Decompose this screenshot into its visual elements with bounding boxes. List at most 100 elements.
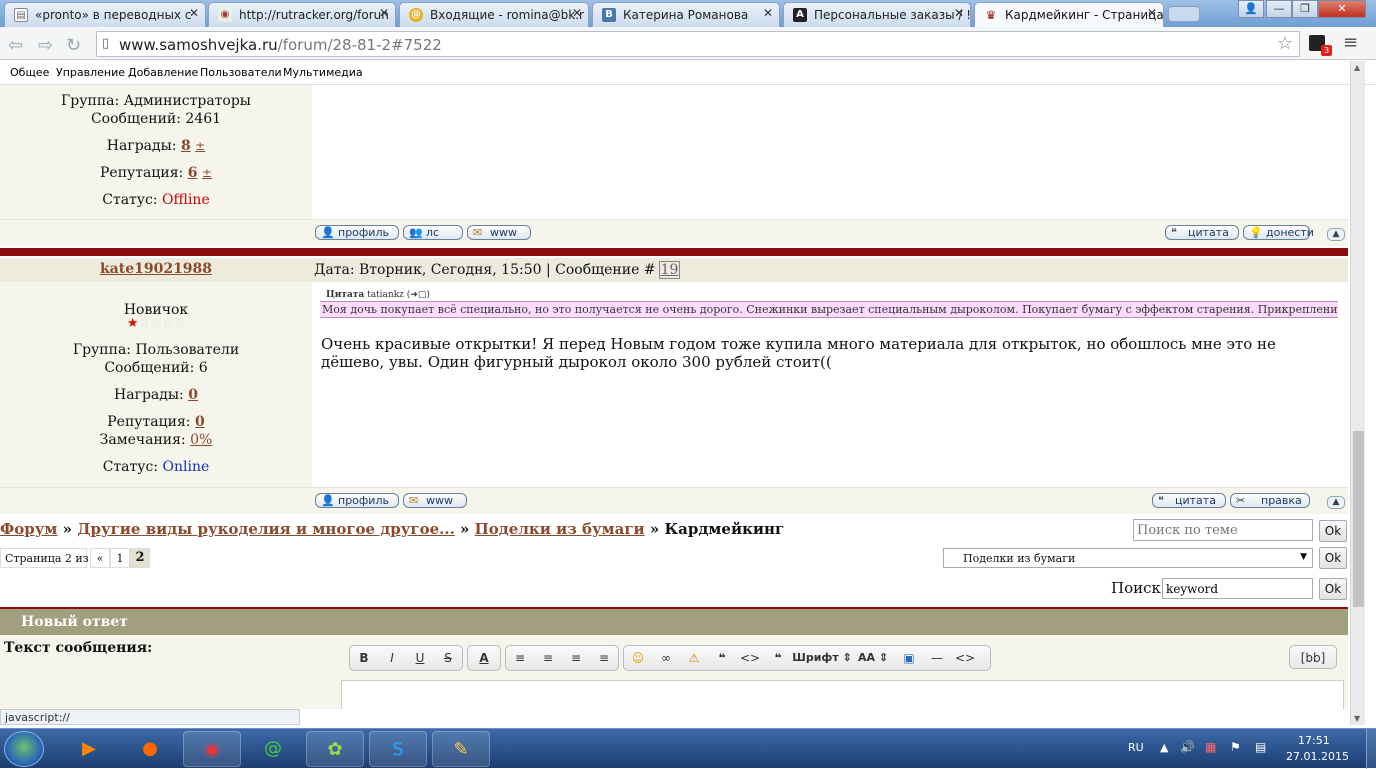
quote-icon[interactable]: ❝ xyxy=(711,649,733,667)
language-indicator[interactable]: RU xyxy=(1128,741,1144,754)
reputation-plus-link[interactable]: ± xyxy=(202,166,212,180)
tab-4[interactable]: A Персональные заказы / ! ✕ xyxy=(783,2,971,27)
underline-button[interactable]: U xyxy=(409,649,431,667)
pm-button[interactable]: 👥 лс xyxy=(403,225,463,240)
breadcrumb-category-link[interactable]: Другие виды рукоделия и многое другое... xyxy=(77,520,455,538)
awards-link[interactable]: 8 xyxy=(181,138,191,154)
align-right-icon[interactable]: ≡ xyxy=(593,649,615,667)
scroll-up-arrow-icon[interactable]: ▲ xyxy=(1354,63,1360,72)
forum-jump-ok-button[interactable]: Ok xyxy=(1319,547,1347,569)
flag-icon[interactable]: ⚑ xyxy=(1230,740,1241,754)
menu-icon[interactable]: ≡ xyxy=(1343,32,1358,53)
quote2-icon[interactable]: ❝ xyxy=(767,649,789,667)
font-select[interactable]: Шрифт ⇕ xyxy=(792,649,852,667)
new-tab-button[interactable] xyxy=(1168,6,1200,22)
scroll-up-icon[interactable]: ▲ xyxy=(1327,496,1345,509)
close-icon[interactable]: ✕ xyxy=(572,6,582,20)
close-icon[interactable]: ✕ xyxy=(1147,6,1157,20)
page-1-link[interactable]: 1 xyxy=(110,548,130,568)
chrome-icon[interactable]: ◉ xyxy=(183,731,241,767)
tab-5-active[interactable]: ♛ Кардмейкинг - Страница ✕ xyxy=(974,2,1164,27)
topic-search-ok-button[interactable]: Ok xyxy=(1319,520,1347,542)
bb-button[interactable]: [bb] xyxy=(1289,645,1337,669)
prev-page-link[interactable]: « xyxy=(90,548,110,568)
size-select[interactable]: AA ⇕ xyxy=(854,649,892,667)
scrollbar-thumb[interactable] xyxy=(1353,431,1364,607)
message-textarea[interactable] xyxy=(341,680,1344,709)
forum-jump-select[interactable]: Поделки из бумаги ▼ xyxy=(943,548,1313,568)
clock-date[interactable]: 27.01.2015 xyxy=(1286,750,1349,763)
profile-button[interactable]: 👤 профиль xyxy=(315,225,399,240)
html-icon[interactable]: <> xyxy=(954,649,976,667)
quote-link-icon[interactable]: (➜▢) xyxy=(407,290,430,300)
align-justify-icon[interactable]: ≡ xyxy=(537,649,559,667)
menu-item-general[interactable]: Общее xyxy=(10,66,49,79)
code-icon[interactable]: <> xyxy=(739,649,761,667)
reputation-link[interactable]: 0 xyxy=(195,414,205,430)
close-icon[interactable]: ✕ xyxy=(763,6,773,20)
breadcrumb-subcategory-link[interactable]: Поделки из бумаги xyxy=(475,520,645,538)
close-icon[interactable]: ✕ xyxy=(954,6,964,20)
awards-link[interactable]: 0 xyxy=(188,387,198,403)
breadcrumb-forum-link[interactable]: Форум xyxy=(0,520,57,538)
tab-2[interactable]: @ Входящие - romina@bk.r ✕ xyxy=(399,2,589,27)
maximize-button[interactable]: ❐ xyxy=(1292,0,1318,18)
www-button[interactable]: ✉ www xyxy=(467,225,531,240)
www-button[interactable]: ✉ www xyxy=(403,493,467,508)
battery-icon[interactable]: ▤ xyxy=(1255,740,1266,754)
reload-icon[interactable]: ↻ xyxy=(66,35,81,56)
close-window-button[interactable]: ✕ xyxy=(1318,0,1366,18)
search-ok-button[interactable]: Ok xyxy=(1319,578,1347,600)
quote-button[interactable]: ❝ цитата xyxy=(1152,493,1226,508)
firefox-icon[interactable]: ● xyxy=(121,731,179,767)
warning-icon[interactable]: ⚠ xyxy=(683,649,705,667)
image-icon[interactable]: ▣ xyxy=(898,649,920,667)
link-icon[interactable]: ∞ xyxy=(655,649,677,667)
smiley-icon[interactable]: ☺ xyxy=(627,649,649,667)
profile-button[interactable]: 👤 профиль xyxy=(315,493,399,508)
tab-0[interactable]: ▤ «pronto» в переводных с ✕ xyxy=(4,2,206,27)
user-icon[interactable]: 👤 xyxy=(1238,0,1264,18)
text-color-button[interactable]: A xyxy=(473,649,495,667)
quote-button[interactable]: ❝ цитата xyxy=(1165,225,1239,240)
star-icon[interactable]: ☆ xyxy=(1277,33,1293,54)
tab-3[interactable]: B Катерина Романова ✕ xyxy=(592,2,780,27)
bold-button[interactable]: B xyxy=(353,649,375,667)
skype-icon[interactable]: S xyxy=(369,731,427,767)
edit-button[interactable]: ✂ правка xyxy=(1230,493,1310,508)
tray-up-icon[interactable]: ▲ xyxy=(1160,741,1168,754)
network-icon[interactable]: ▦ xyxy=(1205,740,1216,754)
forward-icon[interactable]: ⇨ xyxy=(38,35,53,56)
volume-icon[interactable]: 🔊 xyxy=(1180,740,1195,754)
hr-icon[interactable]: — xyxy=(926,649,948,667)
username-link[interactable]: kate19021988 xyxy=(0,261,312,277)
menu-item-manage[interactable]: Управление xyxy=(56,66,125,79)
media-player-icon[interactable]: ▶ xyxy=(60,731,118,767)
italic-button[interactable]: I xyxy=(381,649,403,667)
menu-item-users[interactable]: Пользователи xyxy=(200,66,282,79)
minimize-button[interactable]: — xyxy=(1266,0,1292,18)
close-icon[interactable]: ✕ xyxy=(189,6,199,20)
mail-agent-icon[interactable]: @ xyxy=(244,731,302,767)
back-icon[interactable]: ⇦ xyxy=(8,35,23,56)
topic-search-input[interactable] xyxy=(1133,519,1313,541)
menu-item-multimedia[interactable]: Мультимедиа xyxy=(283,66,363,79)
report-button[interactable]: 💡 донести xyxy=(1243,225,1314,240)
post-number-link[interactable]: 19 xyxy=(658,261,681,279)
paint-icon[interactable]: ✎ xyxy=(432,731,490,767)
clock-time[interactable]: 17:51 xyxy=(1298,734,1330,747)
scroll-down-arrow-icon[interactable]: ▼ xyxy=(1354,714,1360,723)
align-center-icon[interactable]: ≡ xyxy=(565,649,587,667)
tab-1[interactable]: ◉ http://rutracker.org/forun ✕ xyxy=(208,2,396,27)
show-desktop-button[interactable] xyxy=(1366,729,1376,769)
start-button[interactable] xyxy=(4,731,44,767)
awards-plus-link[interactable]: ± xyxy=(195,139,205,153)
strike-button[interactable]: S xyxy=(437,649,459,667)
align-left-icon[interactable]: ≡ xyxy=(509,649,531,667)
search-input[interactable] xyxy=(1162,578,1313,599)
warnings-link[interactable]: 0% xyxy=(190,432,212,448)
close-icon[interactable]: ✕ xyxy=(379,6,389,20)
page-scrollbar[interactable]: ▲ ▼ xyxy=(1350,61,1365,725)
reputation-link[interactable]: 6 xyxy=(188,165,198,181)
menu-item-add[interactable]: Добавление xyxy=(128,66,198,79)
